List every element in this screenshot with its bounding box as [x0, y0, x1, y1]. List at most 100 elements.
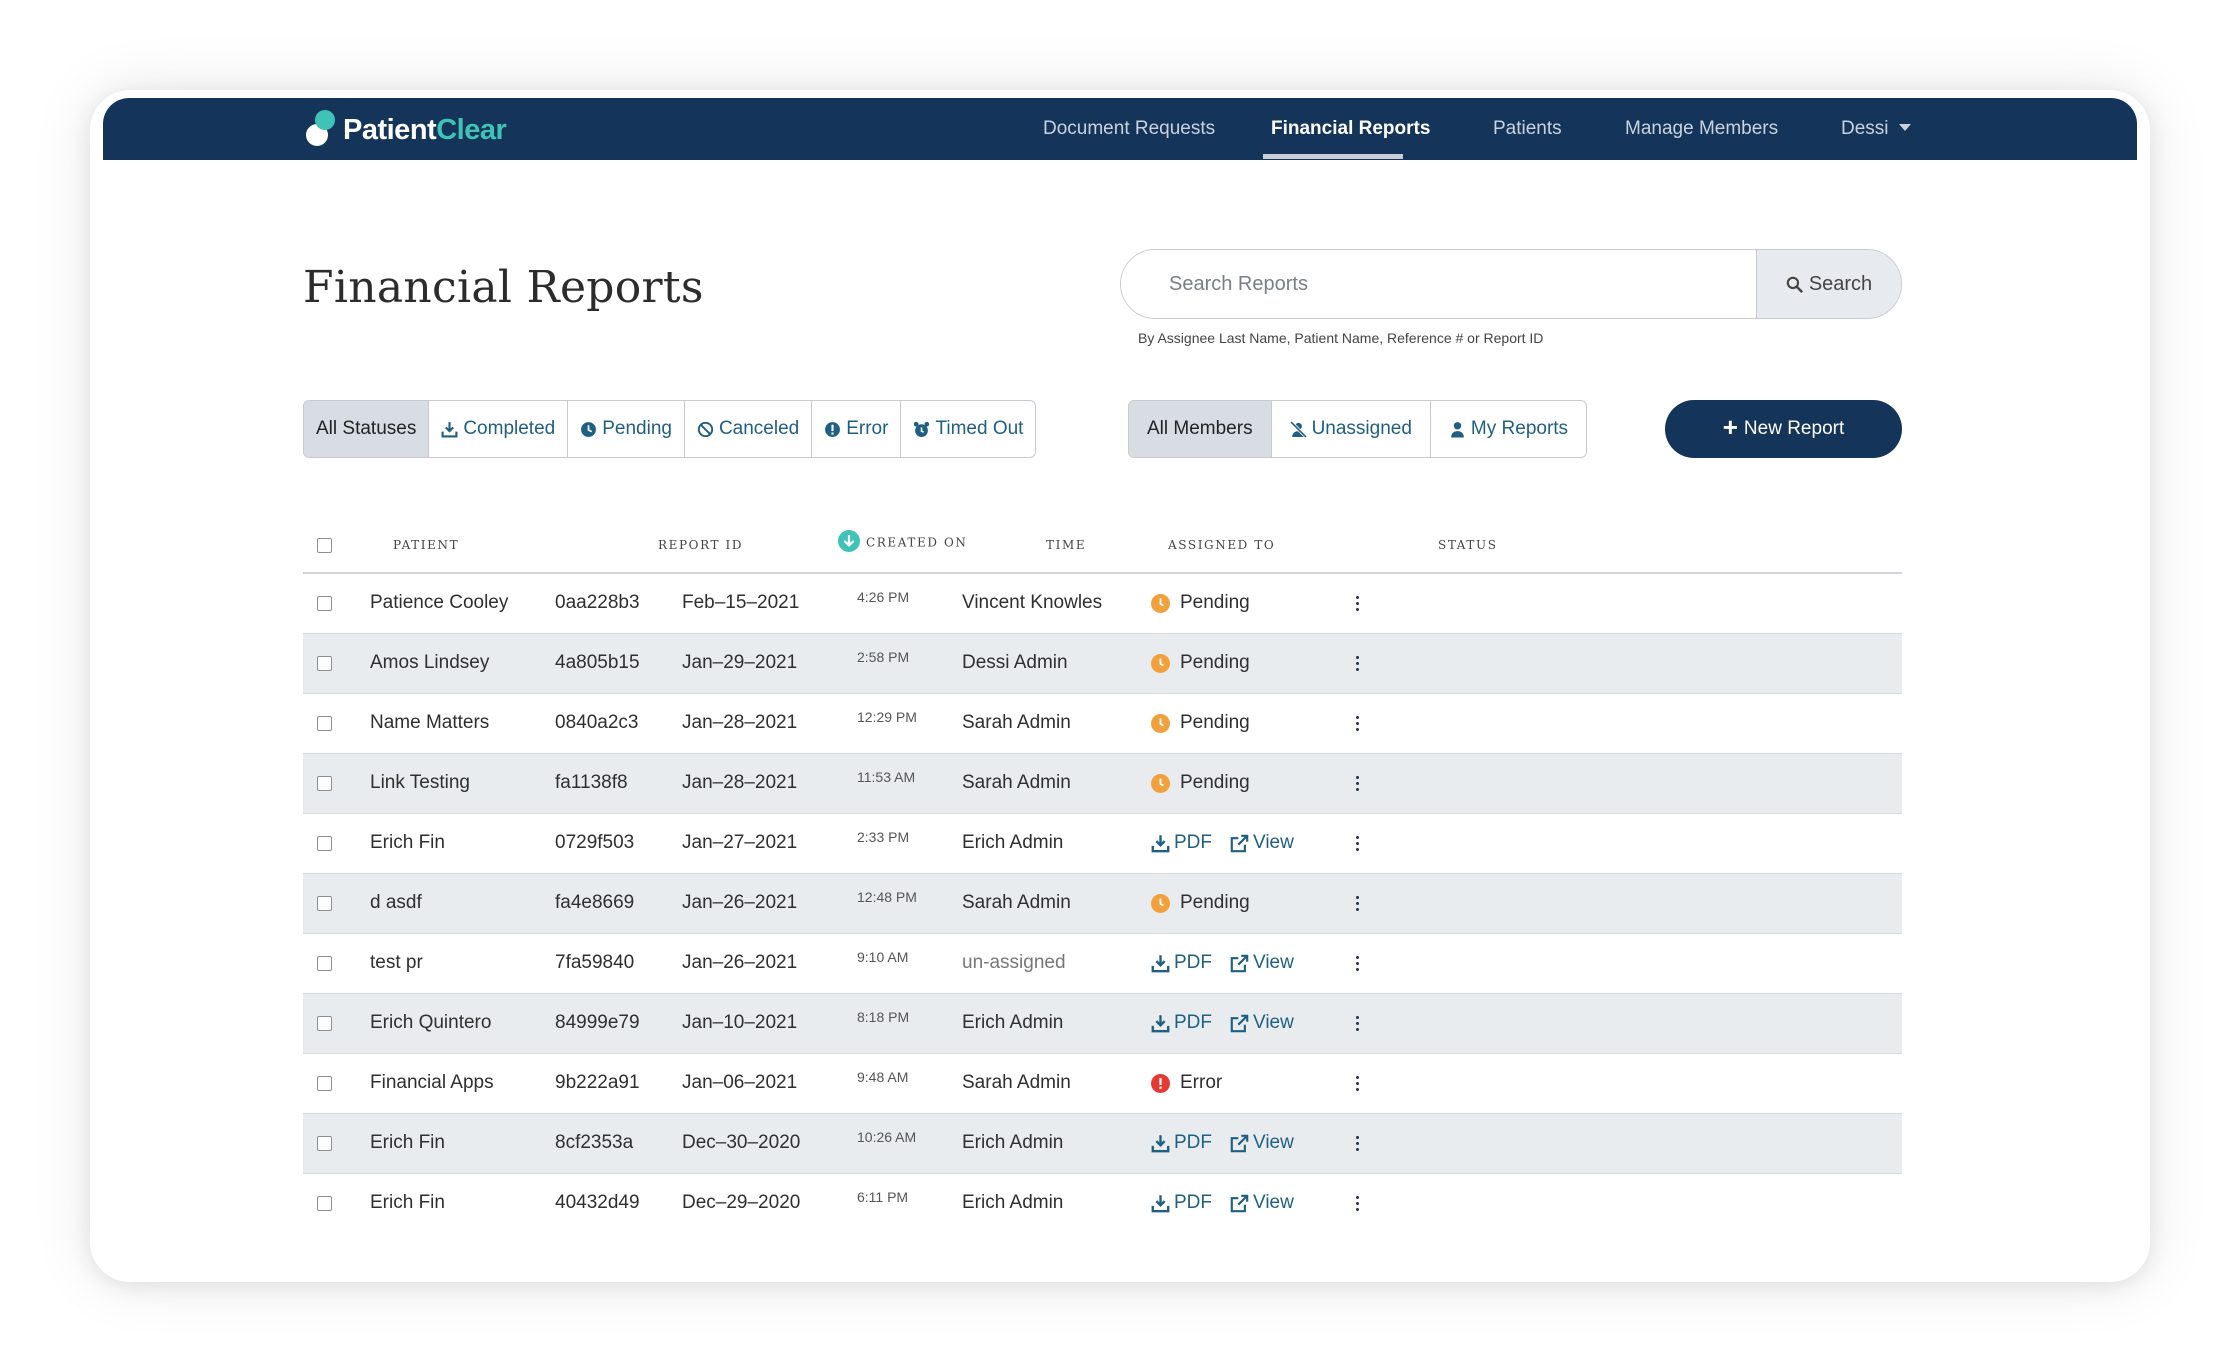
search-icon: [1786, 276, 1803, 293]
pdf-download-link[interactable]: PDF: [1151, 952, 1212, 974]
row-actions-icon[interactable]: [1354, 1076, 1360, 1096]
row-checkbox[interactable]: [317, 1016, 332, 1031]
row-actions-icon[interactable]: [1354, 956, 1360, 976]
patient-name[interactable]: Patience Cooley: [370, 592, 508, 614]
table-row[interactable]: Financial Apps 9b222a91 Jan–06–2021 9:48 AM…: [303, 1054, 1902, 1114]
nav-manage-members[interactable]: Manage Members: [1625, 118, 1778, 140]
row-checkbox[interactable]: [317, 716, 332, 731]
download-icon: [1151, 1014, 1170, 1032]
status-cell: Pending: [1151, 592, 1250, 614]
patient-name[interactable]: Financial Apps: [370, 1072, 494, 1094]
report-id: 7fa59840: [555, 952, 635, 973]
row-actions-icon[interactable]: [1354, 776, 1360, 796]
patient-name[interactable]: Erich Fin: [370, 1132, 445, 1154]
user-slash-icon: [1289, 420, 1307, 438]
row-actions-icon[interactable]: [1354, 1136, 1360, 1156]
status-badge: Pending: [1151, 652, 1250, 674]
table-row[interactable]: Name Matters 0840a2c3 Jan–28–2021 12:29 PM S…: [303, 694, 1902, 754]
nav-document-requests[interactable]: Document Requests: [1043, 118, 1215, 140]
row-checkbox[interactable]: [317, 836, 332, 851]
view-report-link[interactable]: View: [1230, 952, 1294, 974]
filter-all-members[interactable]: All Members: [1129, 401, 1272, 457]
created-date: Dec–29–2020: [682, 1192, 801, 1213]
patient-name[interactable]: Erich Fin: [370, 1192, 445, 1214]
filter-canceled[interactable]: Canceled: [685, 401, 813, 457]
table-row[interactable]: Erich Fin 40432d49 Dec–29–2020 6:11 PM Erich…: [303, 1174, 1902, 1222]
row-checkbox[interactable]: [317, 1196, 332, 1211]
table-row[interactable]: Amos Lindsey 4a805b15 Jan–29–2021 2:58 PM De…: [303, 634, 1902, 694]
row-actions-icon[interactable]: [1354, 596, 1360, 616]
patient-name[interactable]: test pr: [370, 952, 423, 974]
table-row[interactable]: Erich Fin 8cf2353a Dec–30–2020 10:26 AM Eric…: [303, 1114, 1902, 1174]
clock-icon: [1151, 653, 1170, 673]
pdf-label: PDF: [1174, 1132, 1212, 1153]
assigned-to: Erich Admin: [962, 1192, 1064, 1213]
brand-logo[interactable]: PatientClear: [303, 110, 507, 150]
filter-unassigned[interactable]: Unassigned: [1272, 401, 1431, 457]
table-row[interactable]: Patience Cooley 0aa228b3 Feb–15–2021 4:26 P…: [303, 574, 1902, 634]
row-checkbox[interactable]: [317, 956, 332, 971]
filter-pending[interactable]: Pending: [568, 401, 685, 457]
table-row[interactable]: Erich Quintero 84999e79 Jan–10–2021 8:18 PM…: [303, 994, 1902, 1054]
clock-icon: [1151, 593, 1170, 613]
row-checkbox[interactable]: [317, 1076, 332, 1091]
status-text: Pending: [1180, 892, 1250, 913]
view-report-link[interactable]: View: [1230, 832, 1294, 854]
filter-my-reports[interactable]: My Reports: [1431, 401, 1586, 457]
view-report-link[interactable]: View: [1230, 1012, 1294, 1034]
filter-error[interactable]: Error: [812, 401, 902, 457]
row-actions-icon[interactable]: [1354, 716, 1360, 736]
pdf-download-link[interactable]: PDF: [1151, 1192, 1212, 1214]
status-cell: Pending: [1151, 712, 1250, 734]
select-all-checkbox[interactable]: [317, 538, 332, 553]
pdf-download-link[interactable]: PDF: [1151, 1132, 1212, 1154]
status-badge: Pending: [1151, 592, 1250, 614]
header-patient[interactable]: Patient: [393, 538, 459, 552]
external-link-icon: [1230, 1014, 1249, 1032]
filter-completed[interactable]: Completed: [429, 401, 569, 457]
row-actions-icon[interactable]: [1354, 836, 1360, 856]
table-row[interactable]: d asdf fa4e8669 Jan–26–2021 12:48 PM Sarah A…: [303, 874, 1902, 934]
row-actions-icon[interactable]: [1354, 1196, 1360, 1216]
new-report-button[interactable]: + New Report: [1665, 400, 1902, 458]
view-report-link[interactable]: View: [1230, 1132, 1294, 1154]
pdf-download-link[interactable]: PDF: [1151, 832, 1212, 854]
clock-icon: [1151, 713, 1170, 733]
nav-patients[interactable]: Patients: [1493, 118, 1562, 140]
pdf-download-link[interactable]: PDF: [1151, 1012, 1212, 1034]
view-label: View: [1253, 1192, 1294, 1213]
header-report-id[interactable]: Report ID: [658, 538, 743, 552]
patient-name[interactable]: Amos Lindsey: [370, 652, 489, 674]
patient-name[interactable]: d asdf: [370, 892, 422, 914]
patient-name[interactable]: Erich Fin: [370, 832, 445, 854]
table-row[interactable]: test pr 7fa59840 Jan–26–2021 9:10 AM un-assi…: [303, 934, 1902, 994]
filter-all-statuses[interactable]: All Statuses: [304, 401, 430, 457]
user-menu[interactable]: Dessi: [1841, 118, 1911, 140]
status-text: Pending: [1180, 772, 1250, 793]
row-actions-icon[interactable]: [1354, 656, 1360, 676]
row-checkbox[interactable]: [317, 596, 332, 611]
row-checkbox[interactable]: [317, 776, 332, 791]
row-checkbox[interactable]: [317, 656, 332, 671]
nav-financial-reports[interactable]: Financial Reports: [1271, 118, 1430, 140]
patient-name[interactable]: Link Testing: [370, 772, 470, 794]
report-id: 0729f503: [555, 832, 635, 853]
row-checkbox[interactable]: [317, 896, 332, 911]
row-actions-icon[interactable]: [1354, 1016, 1360, 1036]
view-report-link[interactable]: View: [1230, 1192, 1294, 1214]
filter-label: All Statuses: [316, 418, 417, 439]
table-row[interactable]: Erich Fin 0729f503 Jan–27–2021 2:33 PM Erich…: [303, 814, 1902, 874]
row-actions-icon[interactable]: [1354, 896, 1360, 916]
table-row[interactable]: Link Testing fa1138f8 Jan–28–2021 11:53 AM S…: [303, 754, 1902, 814]
patient-name[interactable]: Erich Quintero: [370, 1012, 491, 1034]
patient-name[interactable]: Name Matters: [370, 712, 489, 734]
row-checkbox[interactable]: [317, 1136, 332, 1151]
search-input[interactable]: [1121, 250, 1756, 318]
status-cell: PDF View: [1151, 832, 1294, 859]
header-status[interactable]: Status: [1438, 538, 1498, 552]
header-created-on[interactable]: Created On: [838, 530, 968, 552]
search-button[interactable]: Search: [1756, 250, 1901, 318]
filter-timed-out[interactable]: Timed Out: [901, 401, 1035, 457]
header-assigned-to[interactable]: Assigned To: [1168, 538, 1275, 552]
header-time[interactable]: Time: [1046, 538, 1086, 552]
